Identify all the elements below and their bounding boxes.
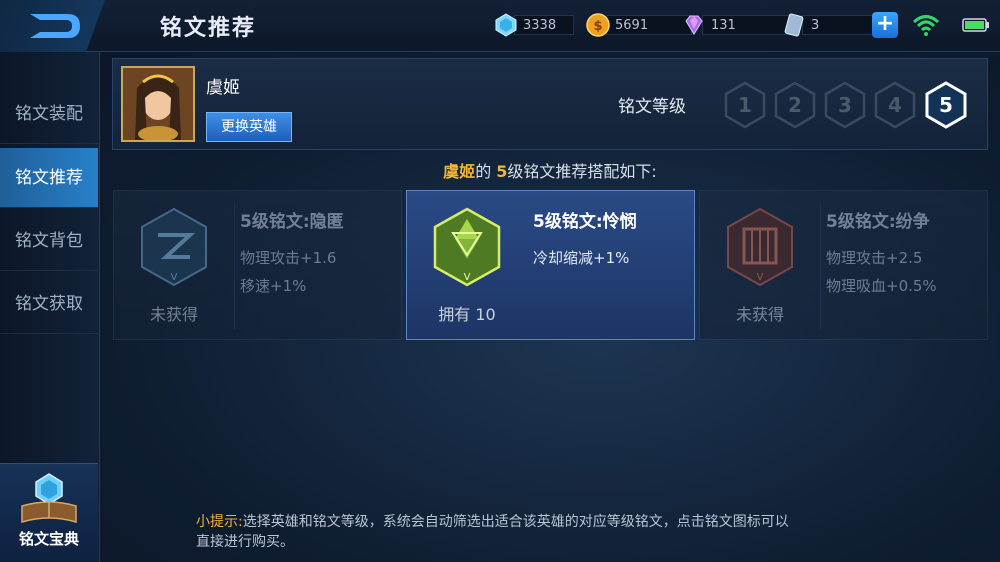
inscription-card-lianmin[interactable]: V 拥有 10 5级铭文:怜悯 冷却缩减+1% [406, 190, 695, 340]
inscription-stock: 未获得 [149, 305, 198, 324]
inscription-stat: 物理攻击+1.6 [240, 249, 337, 267]
sidebar-item-backpack[interactable]: 铭文背包 [0, 211, 98, 271]
hero-name: 虞姬 [206, 78, 240, 98]
inscription-card-fenzheng[interactable]: V 未获得 5级铭文:纷争 物理攻击+2.5 物理吸血+0.5% [699, 190, 988, 340]
wifi-icon [912, 15, 940, 36]
card-divider [234, 203, 235, 329]
gem-count: 131 [702, 15, 790, 35]
level-1-button[interactable]: 1 [723, 81, 767, 129]
headline-tail: 级铭文推荐搭配如下: [507, 162, 657, 181]
back-button[interactable] [0, 0, 120, 52]
blue-inscription-icon: V [141, 207, 207, 287]
recharge-plus-button[interactable]: + [872, 12, 898, 38]
card-divider [820, 203, 821, 329]
inscription-stock: 拥有 10 [438, 305, 496, 324]
inscription-stat: 物理攻击+2.5 [826, 249, 923, 267]
top-bar: 铭文推荐 3338 $ 5691 131 3 + [0, 0, 1000, 52]
page-title: 铭文推荐 [160, 16, 257, 41]
level-5-button-selected[interactable]: 5 [924, 81, 968, 129]
battery-icon [962, 18, 989, 32]
purple-gem-icon [685, 15, 703, 35]
footer-tip: 小提示:选择英雄和铭文等级，系统会自动筛选出适合该英雄的对应等级铭文，点击铭文图… [196, 512, 796, 552]
headline-mid: 的 [475, 162, 497, 181]
tip-label: 小提示: [196, 514, 243, 530]
diamond-counter: 3338 [494, 13, 574, 37]
hero-panel: 虞姬 更换英雄 铭文等级 1 2 3 4 5 [112, 58, 988, 150]
diamond-icon [495, 13, 517, 37]
inscription-name: 5级铭文:隐匿 [240, 212, 344, 232]
sidebar-item-recommend[interactable]: 铭文推荐 [0, 148, 98, 208]
level-2-label: 2 [788, 93, 802, 117]
inscription-stat: 冷却缩减+1% [533, 249, 630, 267]
level-1-label: 1 [738, 93, 752, 117]
headline-level: 5 [496, 162, 508, 181]
inscription-codex-button[interactable]: 铭文宝典 [0, 463, 98, 562]
swap-hero-button[interactable]: 更换英雄 [206, 112, 292, 142]
inscription-stock: 未获得 [735, 305, 784, 324]
recommend-headline: 虞姬的 5级铭文推荐搭配如下: [112, 158, 988, 182]
sidebar-item-equip[interactable]: 铭文装配 [0, 84, 98, 144]
green-inscription-icon: V [433, 207, 501, 287]
level-4-label: 4 [888, 93, 902, 117]
inscription-level-label: 铭文等级 [618, 97, 686, 117]
level-5-label: 5 [939, 93, 953, 117]
level-2-button[interactable]: 2 [773, 81, 817, 129]
back-arrow-icon [30, 14, 80, 38]
svg-text:V: V [171, 272, 178, 283]
gold-counter: $ 5691 [586, 13, 692, 37]
codex-label: 铭文宝典 [18, 530, 79, 548]
book-icon [21, 473, 77, 524]
inscription-name: 5级铭文:纷争 [826, 212, 930, 232]
sidebar-item-obtain[interactable]: 铭文获取 [0, 274, 98, 334]
inscription-stat: 物理吸血+0.5% [826, 277, 937, 295]
gold-coin-icon: $ [586, 13, 610, 37]
red-inscription-icon: V [727, 207, 793, 287]
svg-text:V: V [757, 272, 764, 283]
inscription-name: 5级铭文:怜悯 [533, 212, 637, 232]
inscription-card-yinni[interactable]: V 未获得 5级铭文:隐匿 物理攻击+1.6 移速+1% [113, 190, 402, 340]
level-3-label: 3 [838, 93, 852, 117]
diamond-count: 3338 [514, 15, 574, 35]
tip-text: 选择英雄和铭文等级，系统会自动筛选出适合该英雄的对应等级铭文，点击铭文图标可以直… [196, 514, 789, 550]
inscription-stat: 移速+1% [240, 277, 307, 295]
level-3-button[interactable]: 3 [823, 81, 867, 129]
hero-avatar [123, 68, 193, 140]
svg-text:$: $ [593, 19, 602, 34]
gem-counter: 131 [682, 13, 790, 37]
sidebar: 铭文装配 铭文推荐 铭文背包 铭文获取 铭文宝典 [0, 52, 100, 562]
svg-text:V: V [464, 272, 471, 283]
voucher-card-icon [784, 13, 804, 37]
headline-hero: 虞姬 [443, 162, 476, 181]
gold-count: 5691 [606, 15, 692, 35]
hero-portrait[interactable] [121, 66, 195, 142]
level-4-button[interactable]: 4 [873, 81, 917, 129]
